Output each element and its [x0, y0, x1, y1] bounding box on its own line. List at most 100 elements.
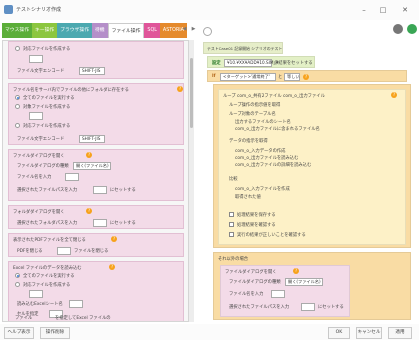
file-create-block[interactable]: 対応ファイルを作成する ファイル文字エンコード SHIFT-JIS [8, 41, 184, 79]
tab-mouse[interactable]: マウス操作 [2, 23, 32, 38]
set-suffix: の結果をセットする [274, 61, 313, 66]
window-title: テストシナリオ作成 [16, 7, 62, 13]
suffix-label: ファイルを閉じる [74, 249, 109, 254]
status-icon[interactable] [407, 24, 417, 34]
block-header: ファイル名をサーバ内でファイルの他にフォルダに存在する [13, 88, 129, 93]
pdf-input[interactable] [57, 247, 71, 255]
encoding-select[interactable]: SHIFT-JIS [79, 67, 105, 75]
help-icon[interactable]: ? [391, 92, 397, 98]
help-icon[interactable]: ? [86, 208, 92, 214]
loop-line: com_o_入力データの作成 [235, 149, 286, 154]
encoding-select[interactable]: SHIFT-JIS [79, 135, 105, 143]
radio-option[interactable] [15, 46, 20, 51]
apply-button[interactable]: 適用 [388, 327, 412, 339]
tab-file[interactable]: ファイル操作 [107, 23, 145, 38]
suffix-label: にセットする [110, 221, 136, 226]
block-header: ファイルダイアログを開く [225, 270, 277, 275]
option-label: 全てのファイルを実行する [23, 96, 75, 101]
minimize-icon[interactable]: – [355, 3, 373, 17]
dialog-type-select[interactable]: 開く(ファイル名) [285, 278, 323, 286]
help-icon[interactable]: ? [111, 236, 117, 242]
dialog-type-label: ファイルダイアログの種類 [229, 280, 281, 285]
path-input[interactable] [301, 303, 315, 311]
else-file-dialog-block[interactable]: ファイルダイアログを開く ? ファイルダイアログの種類 開く(ファイル名) ファ… [220, 265, 350, 317]
encoding-label: ファイル文字エンコード [17, 69, 65, 74]
file-name-input[interactable] [65, 173, 79, 181]
tab-scroll-right-icon[interactable]: ▶ [190, 23, 197, 36]
help-icon[interactable]: ? [177, 86, 183, 92]
if-block[interactable]: If <ターゲット>'通常終了' と 等しい ? [207, 70, 407, 82]
file-dialog-block[interactable]: ファイルダイアログを開く ? ファイルダイアログの種類 開く(ファイル名) ファ… [8, 149, 184, 201]
radio-option[interactable] [15, 95, 20, 100]
help-icon[interactable]: ? [86, 152, 92, 158]
if-body: ループ com_o_共有2ファイル com_o_出力ファイル ? ループ操作の指… [213, 84, 411, 248]
value-input[interactable] [29, 290, 43, 298]
block-header: 表示されたPDFファイルを全て閉じる [13, 238, 86, 243]
checkbox[interactable] [229, 232, 234, 237]
operation-palette: 対応ファイルを作成する ファイル文字エンコード SHIFT-JIS ファイル名を… [2, 40, 189, 322]
tab-wait[interactable]: 待機 [92, 23, 108, 38]
loop-line: com_o_出力ファイルに含まれるファイル名 [235, 127, 320, 132]
tab-browser[interactable]: ブラウザ操作 [57, 23, 92, 38]
check-label: 処理結果を確認する [237, 223, 276, 228]
run-block[interactable]: テストCase01 記録開始 シナリオのテスト [203, 42, 283, 54]
loop-block[interactable]: ループ com_o_共有2ファイル com_o_出力ファイル ? ループ操作の指… [218, 89, 406, 245]
set-block[interactable]: 設定 ¥10.¥XX¥ADD¥10.SIM_¥ の結果をセットする [207, 56, 315, 68]
tab-key[interactable]: キー操作 [32, 23, 58, 38]
title-bar: テストシナリオ作成 – □ ✕ [0, 0, 419, 20]
palette-scroll-thumb[interactable] [190, 58, 193, 128]
else-block[interactable]: それ以外の場合 ファイルダイアログを開く ? ファイルダイアログの種類 開く(フ… [213, 252, 411, 320]
delete-button[interactable]: 操作削除 [40, 327, 70, 339]
if-value[interactable]: <ターゲット>'通常終了' [220, 73, 276, 81]
ok-button[interactable]: OK [328, 327, 350, 339]
if-compare-select[interactable]: 等しい [284, 73, 300, 81]
loop-line: ループ対象のテーブル名 [229, 112, 276, 117]
radio-option[interactable] [15, 273, 20, 278]
file-exists-block[interactable]: ファイル名をサーバ内でファイルの他にフォルダに存在する ? 全てのファイルを実行… [8, 83, 184, 145]
folder-dialog-block[interactable]: フォルダダイアログを開く ? 選択されたフォルダパスを入力 にセットする [8, 205, 184, 229]
path-input[interactable] [93, 186, 107, 194]
encoding-label: ファイル文字エンコード [17, 137, 65, 142]
radio-option[interactable] [15, 123, 20, 128]
help-icon[interactable]: ? [293, 268, 299, 274]
help-icon[interactable]: ? [109, 264, 115, 270]
value-input[interactable] [29, 55, 43, 63]
dialog-type-select[interactable]: 開く(ファイル名) [73, 162, 111, 170]
close-icon[interactable]: ✕ [396, 3, 414, 17]
checkbox[interactable] [229, 222, 234, 227]
else-title: それ以外の場合 [218, 257, 249, 262]
sheet-label: 読み込むExcelシート名 [17, 302, 63, 307]
close-pdf-block[interactable]: 表示されたPDFファイルを全て閉じる ? PDFを閉じる ファイルを閉じる [8, 233, 184, 257]
tab-scroll-left-icon[interactable]: ◀ [181, 23, 188, 36]
set-label: 設定 [212, 61, 221, 66]
help-icon[interactable]: ? [303, 74, 309, 80]
pdf-label: PDFを閉じる [17, 249, 43, 254]
set-value[interactable]: ¥10.¥XX¥ADD¥10.SIM_¥ [224, 59, 278, 67]
option-label: 全てのファイルを実行する [23, 274, 75, 279]
trash-icon[interactable] [203, 27, 212, 36]
loop-line: ループ操作の指示値を取得 [229, 103, 281, 108]
suffix-label: にセットする [318, 305, 344, 310]
tab-sql[interactable]: SQL [144, 23, 160, 38]
maximize-icon[interactable]: □ [374, 3, 392, 17]
help-button[interactable]: ヘルプ表示 [4, 327, 34, 339]
excel-read-block[interactable]: Excel ファイルのデータを読み込む ? 全てのファイルを実行する 対応ファイ… [8, 261, 184, 321]
cancel-button[interactable]: キャンセル [356, 327, 382, 339]
path-label: 選択されたファイルパスを入力 [17, 188, 78, 193]
loop-line: データの指示を取得 [229, 139, 268, 144]
path-label: 選択されたファイルパスを入力 [229, 305, 290, 310]
radio-option[interactable] [15, 282, 20, 287]
compare-line: com_o_入力ファイルを作成 [235, 187, 290, 192]
if-op: と [278, 75, 283, 80]
loop-line: 出力するファイルのシート名 [235, 120, 291, 125]
radio-option[interactable] [15, 104, 20, 109]
value-input[interactable] [29, 112, 43, 120]
checkbox[interactable] [229, 212, 234, 217]
check-label: 実行の結果が正しいことを確認する [237, 233, 306, 238]
file-name-input[interactable] [271, 290, 285, 298]
gear-icon[interactable] [393, 24, 403, 34]
suffix-label: を指定してExcel ファイルの [55, 316, 111, 321]
sheet-input[interactable] [69, 300, 83, 308]
scenario-editor: テストCase01 記録開始 シナリオのテスト 設定 ¥10.¥XX¥ADD¥1… [201, 40, 416, 322]
path-input[interactable] [93, 219, 107, 227]
